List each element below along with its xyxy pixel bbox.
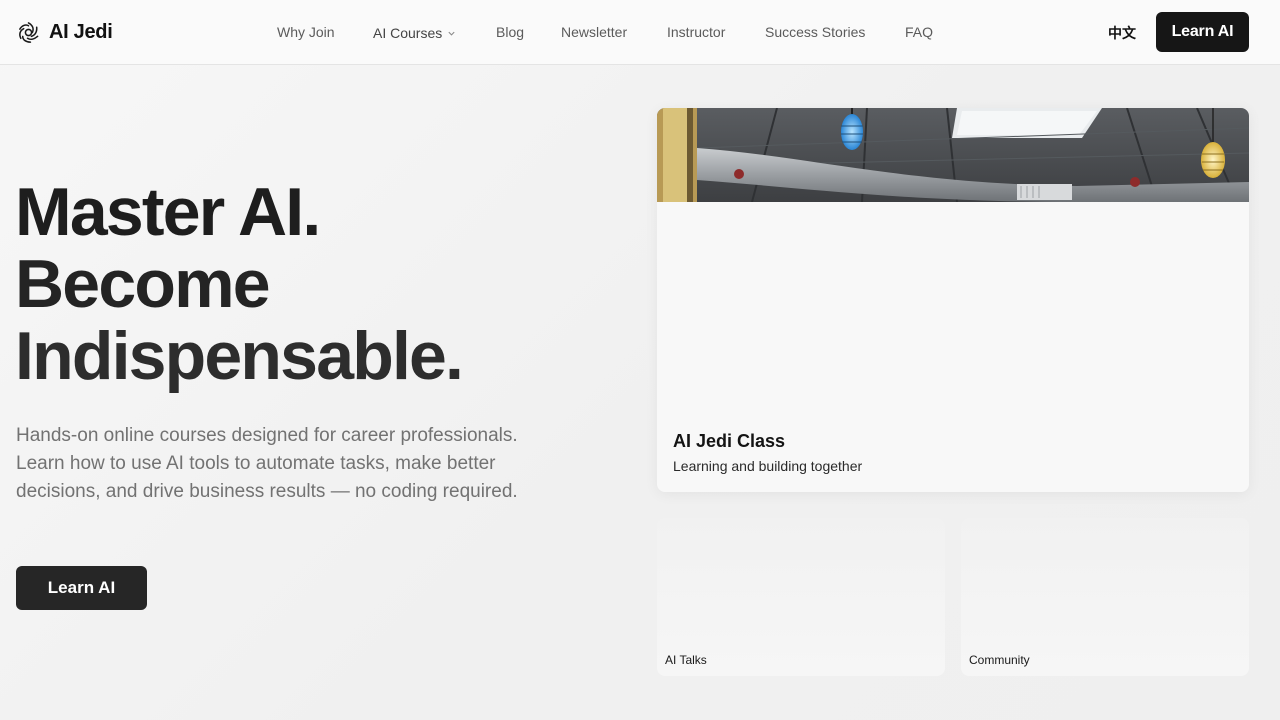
community-label: Community bbox=[969, 653, 1030, 667]
nav-ai-courses-label: AI Courses bbox=[373, 25, 443, 41]
ai-talks-label: AI Talks bbox=[665, 653, 707, 667]
class-card-title: AI Jedi Class bbox=[673, 431, 786, 451]
nav-faq[interactable]: FAQ bbox=[905, 24, 933, 42]
hero-title-line-3: Indispensable. bbox=[15, 318, 464, 394]
language-toggle[interactable]: 中文 bbox=[1108, 23, 1136, 43]
hero-title: Master AI. Become Indispensable. bbox=[15, 176, 595, 392]
nav-ai-courses[interactable]: AI Courses bbox=[373, 24, 456, 42]
hero-title-line-1: Master AI. bbox=[15, 174, 321, 250]
nav-blog[interactable]: Blog bbox=[496, 24, 524, 42]
hero-learn-ai-button[interactable]: Learn AI bbox=[16, 566, 147, 610]
header-learn-ai-button[interactable]: Learn AI bbox=[1156, 12, 1249, 52]
nav-newsletter[interactable]: Newsletter bbox=[561, 24, 627, 42]
site-header: AI Jedi Why Join AI Courses Blog Newslet… bbox=[0, 0, 1280, 65]
class-card[interactable]: AI Jedi Class Learning and building toge… bbox=[657, 108, 1249, 492]
class-card-description: Learning and building together bbox=[673, 458, 863, 474]
class-photo bbox=[657, 108, 1249, 202]
hero-subtitle: Hands-on online courses designed for car… bbox=[16, 425, 518, 502]
ai-talks-card[interactable]: AI Talks bbox=[657, 518, 945, 676]
nav-why-join[interactable]: Why Join bbox=[277, 24, 335, 42]
hero-title-line-2: Become bbox=[15, 246, 271, 322]
chevron-down-icon bbox=[448, 31, 455, 36]
nav-instructor[interactable]: Instructor bbox=[667, 24, 725, 42]
ai-jedi-logo-icon bbox=[19, 21, 39, 43]
community-card[interactable]: Community bbox=[961, 518, 1249, 676]
brand-logo-link[interactable]: AI Jedi bbox=[16, 18, 113, 46]
nav-success-stories[interactable]: Success Stories bbox=[765, 24, 865, 42]
brand-name: AI Jedi bbox=[49, 20, 113, 43]
